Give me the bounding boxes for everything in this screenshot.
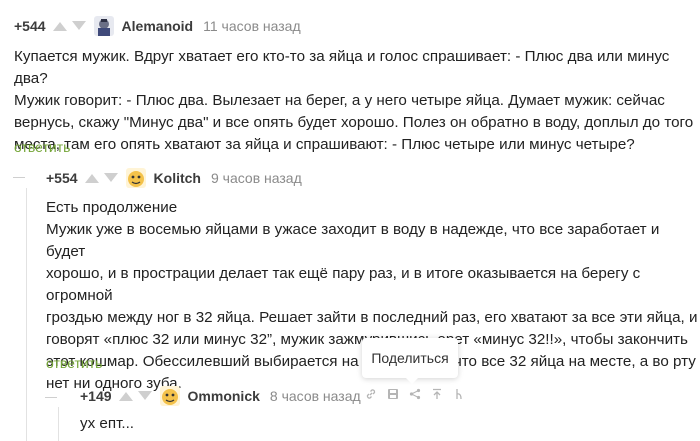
comment-text-line: Купается мужик. Вдруг хватает его кто-то… bbox=[14, 48, 670, 87]
thread-line bbox=[26, 188, 27, 441]
comment-header: +554 Kolitch 9 часов назад bbox=[46, 168, 302, 188]
comment-text-line: Мужик говорит: - Плюс два. Вылезает на б… bbox=[14, 92, 665, 109]
branch-collapse-dash[interactable] bbox=[13, 177, 25, 178]
avatar[interactable] bbox=[125, 168, 146, 188]
up-arrow-icon[interactable] bbox=[84, 172, 100, 184]
reply-link[interactable]: ответить bbox=[14, 139, 70, 155]
share-icon[interactable] bbox=[404, 388, 426, 400]
username[interactable]: Alemanoid bbox=[122, 18, 194, 34]
comment-text-line: места, там его опять хватают за яйца и с… bbox=[14, 136, 635, 153]
tooltip-tail bbox=[406, 378, 418, 384]
branch-collapse-dash[interactable] bbox=[45, 397, 57, 398]
username[interactable]: Ommonick bbox=[188, 388, 260, 404]
comment-header: +544 Alemanoid 11 часов назад bbox=[14, 16, 301, 36]
up-arrow-icon[interactable] bbox=[118, 390, 134, 402]
avatar[interactable] bbox=[93, 16, 114, 36]
comment-rating: +149 bbox=[80, 388, 112, 404]
up-arrow-icon[interactable] bbox=[52, 20, 68, 32]
comment-text-line: Есть продолжение bbox=[46, 199, 178, 216]
down-arrow-icon[interactable] bbox=[103, 172, 119, 184]
link-icon[interactable] bbox=[360, 388, 382, 400]
comment-text: Купается мужик. Вдруг хватает его кто-то… bbox=[14, 46, 700, 156]
username[interactable]: Kolitch bbox=[154, 170, 201, 186]
comment-text-line: хорошо, и в прострации делает так ещё па… bbox=[46, 265, 641, 304]
more-icon[interactable] bbox=[448, 388, 470, 400]
down-arrow-icon[interactable] bbox=[137, 390, 153, 402]
comment-rating: +544 bbox=[14, 18, 46, 34]
share-tooltip: Поделиться bbox=[362, 338, 458, 384]
tooltip-text: Поделиться bbox=[371, 350, 449, 366]
comment-rating: +554 bbox=[46, 170, 78, 186]
comment-text: ух епт... bbox=[80, 413, 134, 435]
comment-time: 8 часов назад bbox=[269, 388, 361, 404]
reply-link[interactable]: ответить bbox=[46, 355, 102, 371]
comment-tools bbox=[360, 388, 470, 400]
comment-text-line: вернусь, скажу "Минус два" и все опять б… bbox=[14, 114, 694, 131]
down-arrow-icon[interactable] bbox=[71, 20, 87, 32]
comment-text-line: гроздью между ног в 32 яйца. Решает зайт… bbox=[46, 309, 698, 326]
thread-line bbox=[58, 407, 59, 441]
comment-header: +149 Ommonick 8 часов назад bbox=[80, 386, 361, 406]
save-icon[interactable] bbox=[382, 388, 404, 400]
avatar[interactable] bbox=[159, 386, 180, 406]
comment-text-line: ух епт... bbox=[80, 415, 135, 432]
collapse-icon[interactable] bbox=[426, 388, 448, 400]
comment-text-line: Мужик уже в восемью яйцами в ужасе заход… bbox=[46, 221, 660, 260]
comment-time: 11 часов назад bbox=[203, 18, 301, 34]
comment-time: 9 часов назад bbox=[211, 170, 302, 186]
